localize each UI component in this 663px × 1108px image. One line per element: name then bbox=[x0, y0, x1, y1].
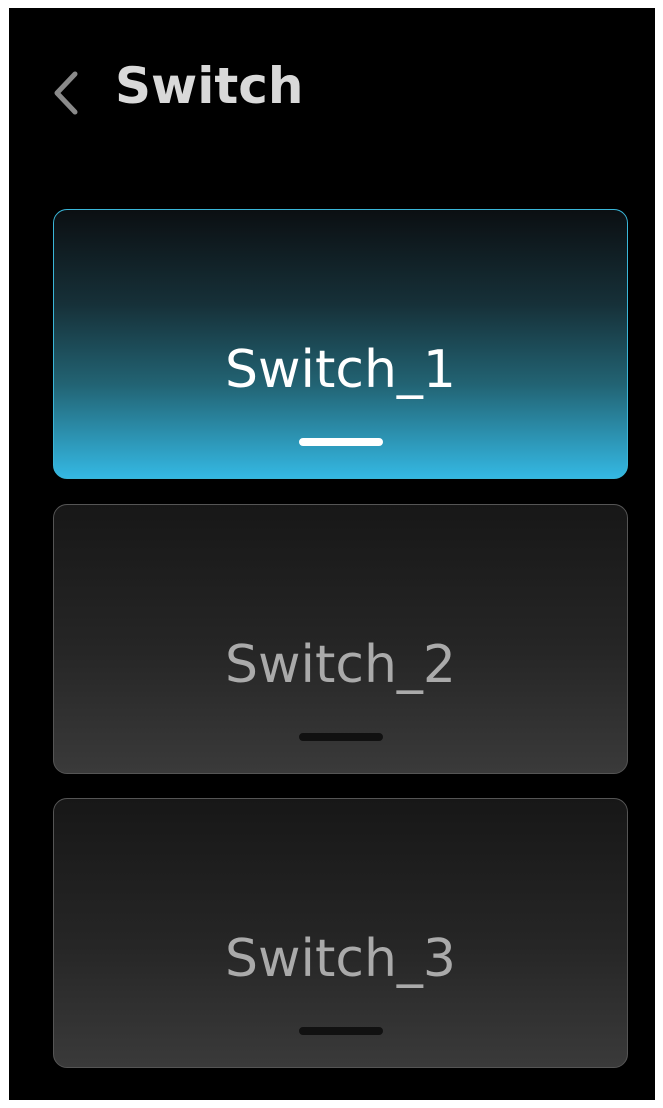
switch-card-label: Switch_1 bbox=[224, 340, 456, 400]
switch-state-indicator bbox=[298, 438, 383, 446]
switch-card-1[interactable]: Switch_1 bbox=[53, 209, 628, 479]
screen: Switch Switch_1 Switch_2 Switch_3 bbox=[9, 8, 655, 1100]
switch-card-label: Switch_2 bbox=[224, 635, 456, 695]
page-title: Switch bbox=[115, 57, 304, 115]
switch-card-3[interactable]: Switch_3 bbox=[53, 798, 628, 1068]
switch-state-indicator bbox=[298, 733, 383, 741]
back-button[interactable] bbox=[45, 58, 93, 118]
switch-state-indicator bbox=[298, 1027, 383, 1035]
header: Switch bbox=[9, 48, 655, 128]
chevron-left-icon bbox=[54, 71, 78, 115]
switch-card-label: Switch_3 bbox=[224, 929, 456, 989]
switch-card-2[interactable]: Switch_2 bbox=[53, 504, 628, 774]
